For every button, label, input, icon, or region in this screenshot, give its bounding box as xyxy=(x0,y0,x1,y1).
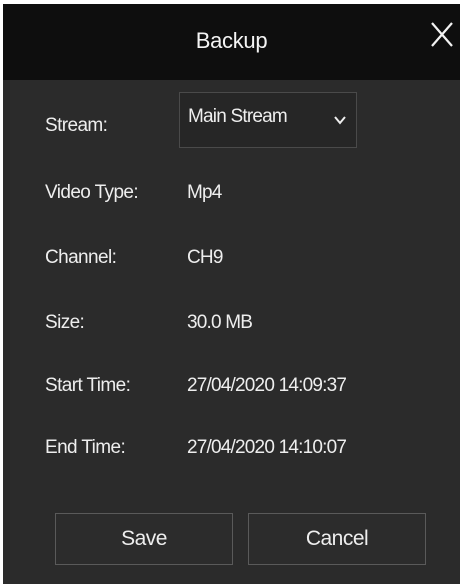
video-type-label: Video Type: xyxy=(45,182,139,203)
chevron-down-icon xyxy=(334,116,346,125)
size-label: Size: xyxy=(45,312,85,333)
video-type-value: Mp4 xyxy=(187,182,222,203)
close-icon xyxy=(431,22,453,47)
dialog-title: Backup xyxy=(195,28,268,53)
close-button[interactable] xyxy=(428,18,456,50)
cancel-button[interactable]: Cancel xyxy=(248,513,426,565)
start-time-label: Start Time: xyxy=(45,375,131,396)
dialog-titlebar: Backup xyxy=(3,4,460,80)
start-time-value: 27/04/2020 14:09:37 xyxy=(187,375,347,396)
size-value: 30.0 MB xyxy=(187,312,253,333)
stream-select[interactable]: Main Stream xyxy=(179,92,357,148)
stream-select-value: Main Stream xyxy=(188,106,288,127)
end-time-value: 27/04/2020 14:10:07 xyxy=(187,437,347,458)
end-time-label: End Time: xyxy=(45,437,126,458)
stream-label: Stream: xyxy=(45,115,108,136)
backup-dialog: Backup Stream: Main Stream Video Type: M… xyxy=(3,4,460,584)
channel-value: CH9 xyxy=(187,247,223,268)
channel-label: Channel: xyxy=(45,247,117,268)
save-button[interactable]: Save xyxy=(55,513,233,565)
